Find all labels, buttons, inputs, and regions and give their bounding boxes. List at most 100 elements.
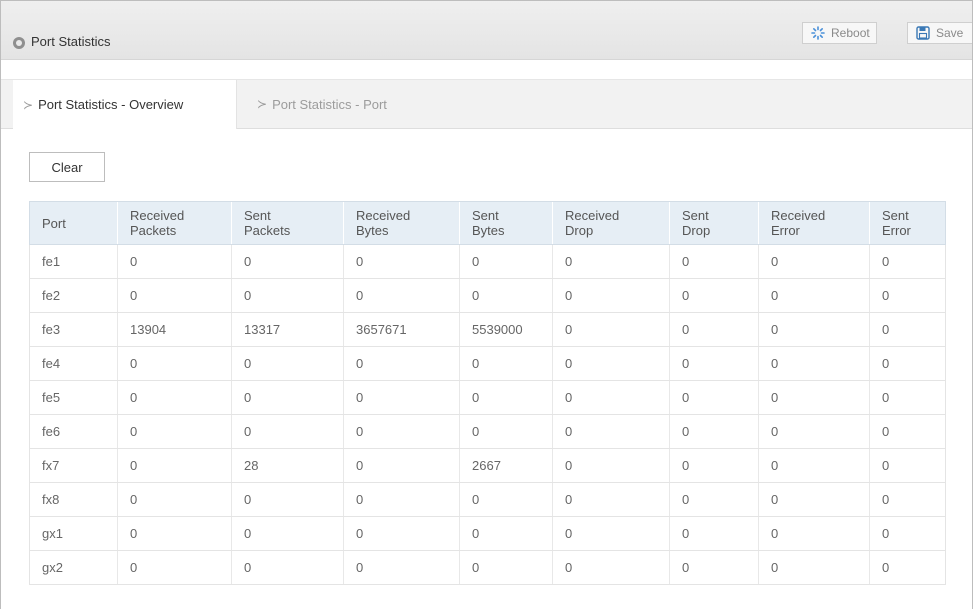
stat-cell: 0 (459, 482, 553, 517)
stat-cell: 0 (869, 244, 946, 279)
tab-port-statistics-port[interactable]: ≻ Port Statistics - Port (247, 80, 427, 128)
column-header-label: Received (356, 208, 411, 223)
stat-cell: 0 (459, 244, 553, 279)
tab-bar: ≻ Port Statistics - Overview ≻ Port Stat… (1, 79, 972, 129)
stat-cell: 0 (758, 346, 870, 381)
stat-cell: 0 (669, 482, 759, 517)
stat-cell: 0 (231, 414, 344, 449)
stat-cell: 0 (758, 380, 870, 415)
stat-cell: 0 (758, 550, 870, 585)
stat-cell: 0 (117, 346, 232, 381)
stat-cell: 0 (669, 278, 759, 313)
save-label: Save (936, 26, 964, 40)
reboot-label: Reboot (831, 26, 870, 40)
table-row: fe3 13904 13317 3657671 5539000 0 0 0 0 (29, 312, 946, 347)
column-header-label: Sent (472, 208, 499, 223)
column-header-label: Bytes (472, 223, 505, 238)
column-header-label: Received (771, 208, 826, 223)
table-row: fe4 0 0 0 0 0 0 0 0 (29, 346, 946, 381)
port-cell: fe2 (29, 278, 118, 313)
port-cell: fe4 (29, 346, 118, 381)
stat-cell: 0 (459, 414, 553, 449)
stat-cell: 5539000 (459, 312, 553, 347)
app-frame: Port Statistics Reboot Save ≻ Port Stati… (0, 0, 973, 609)
column-header: Sent Error (869, 201, 946, 245)
stat-cell: 0 (869, 346, 946, 381)
stat-cell: 0 (117, 448, 232, 483)
stat-cell: 0 (758, 448, 870, 483)
column-header: Received Drop (552, 201, 670, 245)
stat-cell: 0 (459, 346, 553, 381)
stat-cell: 0 (459, 550, 553, 585)
stat-cell: 0 (552, 414, 670, 449)
stat-cell: 0 (552, 244, 670, 279)
save-icon (916, 26, 930, 40)
table-row: fx8 0 0 0 0 0 0 0 0 (29, 482, 946, 517)
column-header-label: Packets (244, 223, 291, 238)
stat-cell: 0 (459, 516, 553, 551)
stat-cell: 0 (758, 414, 870, 449)
stat-cell: 2667 (459, 448, 553, 483)
stat-cell: 0 (231, 244, 344, 279)
stat-cell: 3657671 (343, 312, 460, 347)
column-header-label: Drop (682, 223, 711, 238)
column-header: Received Bytes (343, 201, 460, 245)
stat-cell: 0 (343, 244, 460, 279)
stat-cell: 0 (231, 346, 344, 381)
stat-cell: 0 (552, 550, 670, 585)
stat-cell: 0 (552, 380, 670, 415)
stat-cell: 0 (552, 448, 670, 483)
table-row: fe2 0 0 0 0 0 0 0 0 (29, 278, 946, 313)
stat-cell: 0 (343, 414, 460, 449)
stat-cell: 0 (869, 448, 946, 483)
column-header-label: Error (882, 223, 911, 238)
stat-cell: 0 (117, 244, 232, 279)
port-cell: fe6 (29, 414, 118, 449)
column-header-label: Packets (130, 223, 177, 238)
stat-cell: 0 (343, 482, 460, 517)
stat-cell: 0 (231, 380, 344, 415)
stat-cell: 0 (669, 414, 759, 449)
stat-cell: 13904 (117, 312, 232, 347)
stat-cell: 0 (669, 346, 759, 381)
stat-cell: 0 (669, 550, 759, 585)
table-header-row: Port Received Packets Sent Packets Received By… (29, 201, 946, 245)
column-header-label: Sent (682, 208, 709, 223)
save-button[interactable]: Save (907, 22, 972, 44)
port-cell: fe5 (29, 380, 118, 415)
stat-cell: 0 (552, 312, 670, 347)
stat-cell: 0 (343, 278, 460, 313)
table-body: fe1 0 0 0 0 0 0 0 0 fe2 0 0 0 0 0 0 0 0 fe3 13904 13317 36576… (29, 244, 946, 585)
page-title: Port Statistics (31, 34, 111, 49)
column-header: Sent Bytes (459, 201, 553, 245)
stat-cell: 0 (343, 550, 460, 585)
stat-cell: 0 (869, 312, 946, 347)
port-cell: fe1 (29, 244, 118, 279)
chevron-right-icon: ≻ (23, 97, 34, 112)
stat-cell: 0 (231, 516, 344, 551)
reboot-button[interactable]: Reboot (802, 22, 877, 44)
stat-cell: 0 (669, 380, 759, 415)
stat-cell: 0 (758, 244, 870, 279)
stat-cell: 0 (869, 414, 946, 449)
stat-cell: 0 (117, 380, 232, 415)
stat-cell: 0 (669, 244, 759, 279)
tab-label: Port Statistics - Overview (38, 97, 184, 112)
stat-cell: 0 (231, 550, 344, 585)
chevron-right-icon: ≻ (257, 97, 268, 111)
port-cell: gx2 (29, 550, 118, 585)
table-row: fe1 0 0 0 0 0 0 0 0 (29, 244, 946, 279)
clear-button[interactable]: Clear (29, 152, 105, 182)
stat-cell: 0 (459, 380, 553, 415)
stat-cell: 0 (758, 312, 870, 347)
stat-cell: 0 (758, 278, 870, 313)
port-cell: fe3 (29, 312, 118, 347)
stat-cell: 0 (459, 278, 553, 313)
column-header-label: Bytes (356, 223, 389, 238)
table-row: gx1 0 0 0 0 0 0 0 0 (29, 516, 946, 551)
page-header: Port Statistics Reboot Save (1, 1, 972, 60)
stat-cell: 0 (869, 550, 946, 585)
stat-cell: 0 (869, 380, 946, 415)
stat-cell: 0 (669, 448, 759, 483)
tab-port-statistics-overview[interactable]: ≻ Port Statistics - Overview (13, 80, 237, 129)
